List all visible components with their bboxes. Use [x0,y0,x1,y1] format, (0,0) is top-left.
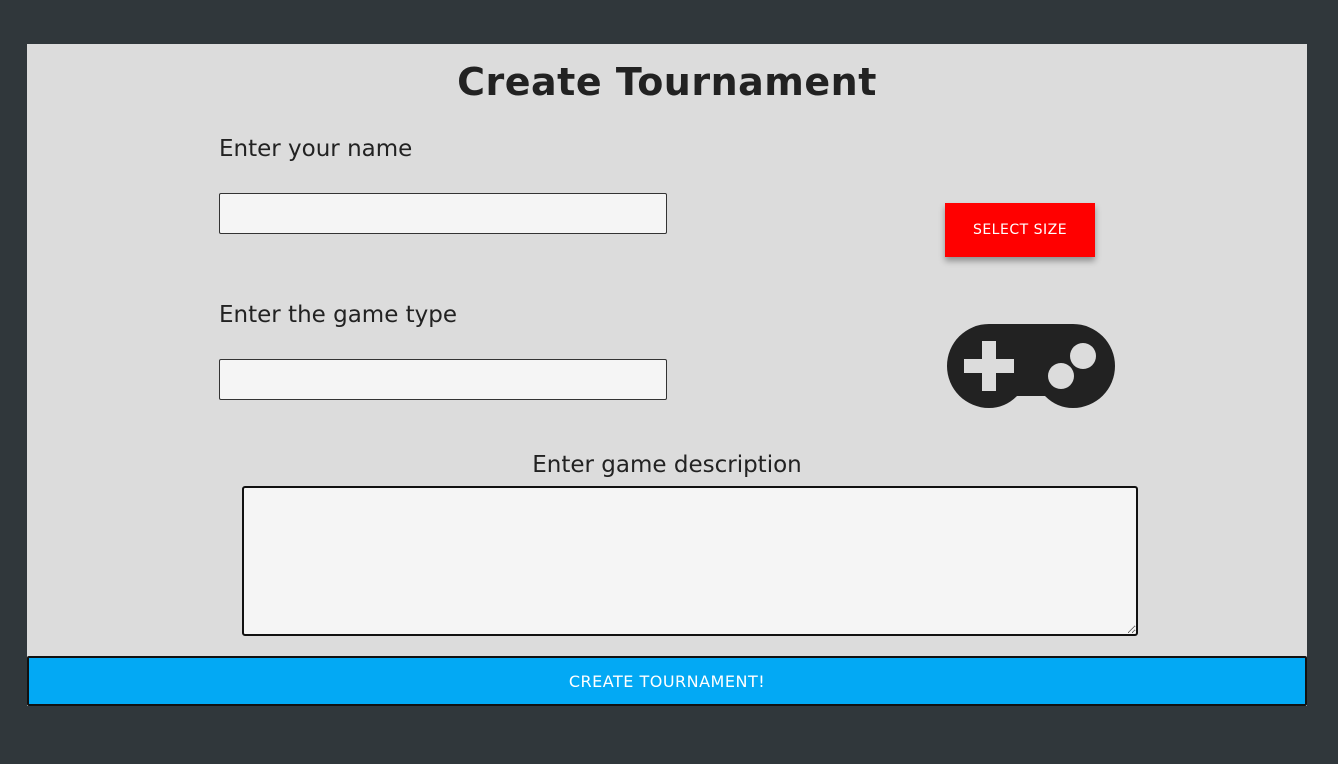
name-input[interactable] [219,193,667,234]
page-title: Create Tournament [457,60,877,104]
description-textarea[interactable] [242,486,1138,636]
create-tournament-panel: Create Tournament Enter your name Enter … [27,44,1307,706]
select-size-button[interactable]: SELECT SIZE [945,203,1095,257]
gamepad-icon [947,324,1115,408]
game-type-input[interactable] [219,359,667,400]
create-tournament-button[interactable]: CREATE TOURNAMENT! [27,656,1307,706]
name-label: Enter your name [219,136,413,162]
game-type-label: Enter the game type [219,302,458,328]
description-label: Enter game description [532,452,802,478]
